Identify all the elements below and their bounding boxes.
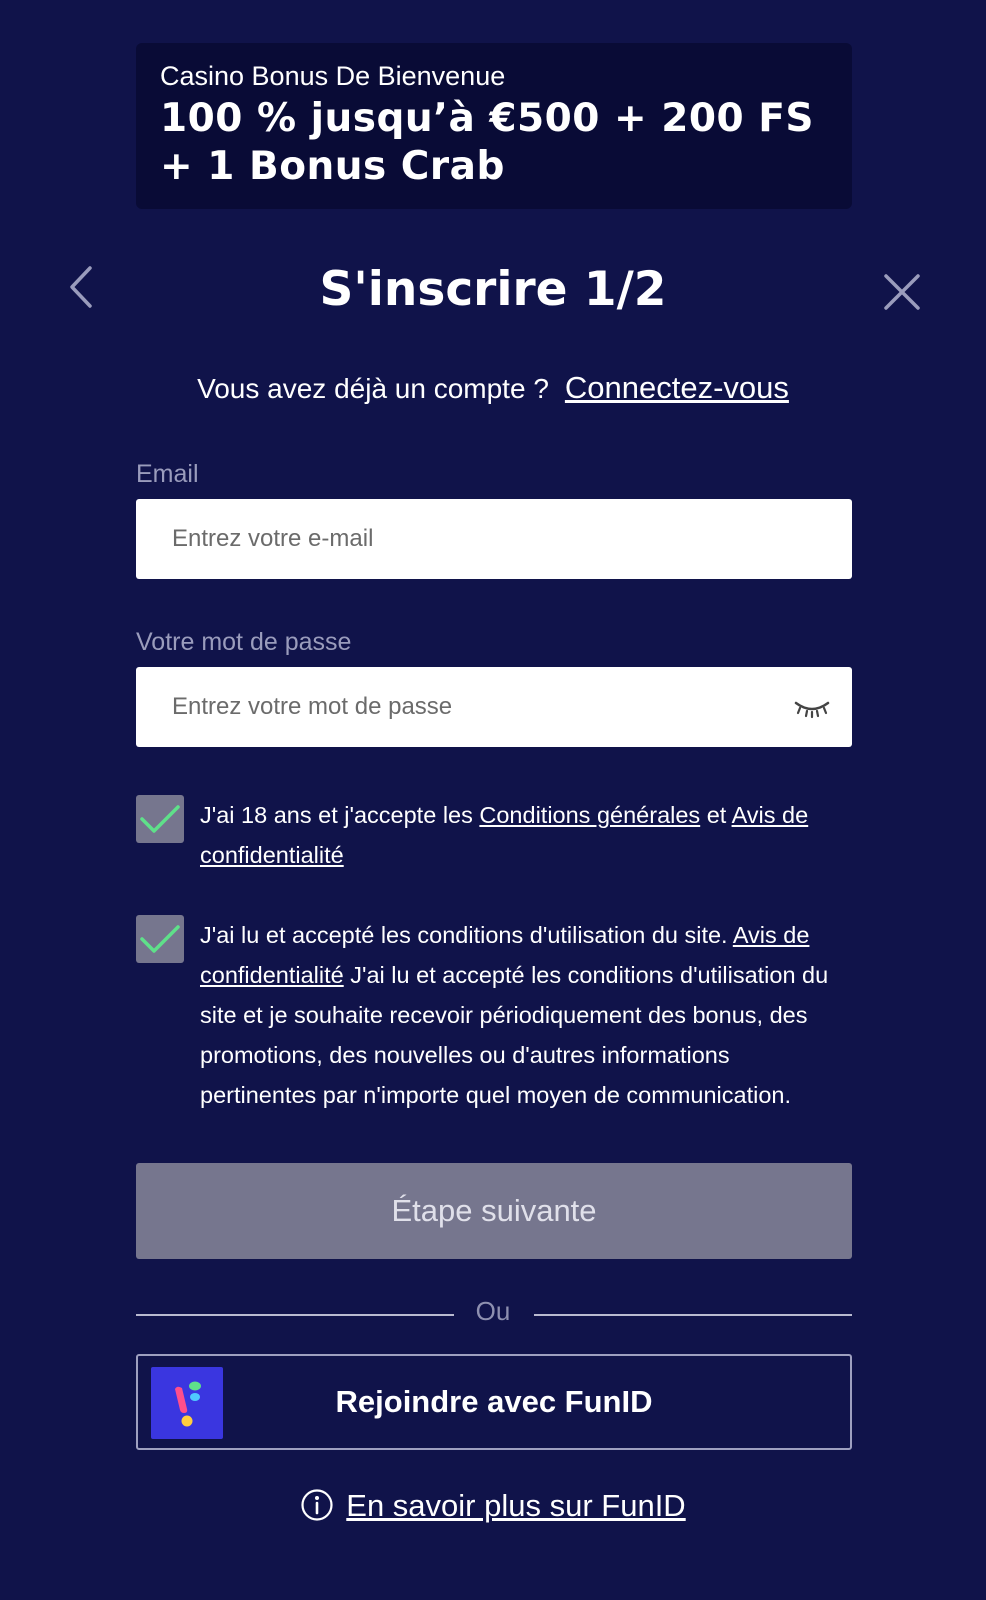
checkmark-icon — [140, 805, 180, 833]
divider-line-right — [534, 1314, 852, 1316]
join-funid-button[interactable]: Rejoindre avec FunID — [136, 1354, 852, 1450]
password-label: Votre mot de passe — [136, 628, 352, 656]
login-link[interactable]: Connectez-vous — [565, 370, 789, 405]
learn-more-row: En savoir plus sur FunID — [0, 1488, 986, 1524]
eye-closed-icon[interactable] — [792, 695, 832, 723]
email-field[interactable] — [172, 525, 772, 553]
consent-marketing-row: J'ai lu et accepté les conditions d'util… — [136, 915, 852, 1119]
marketing-text-1: J'ai lu et accepté les conditions d'util… — [200, 922, 733, 948]
terms-conditions-link[interactable]: Conditions générales — [479, 802, 700, 828]
close-icon[interactable] — [880, 270, 924, 314]
bonus-subtitle: Casino Bonus De Bienvenue — [160, 61, 506, 91]
terms-consent-text: J'ai 18 ans et j'accepte les Conditions … — [200, 795, 852, 875]
info-icon — [300, 1488, 334, 1522]
password-field-box — [136, 667, 852, 747]
page-title: S'inscrire 1/2 — [319, 262, 667, 317]
consent-terms-row: J'ai 18 ans et j'accepte les Conditions … — [136, 795, 852, 879]
email-field-box — [136, 499, 852, 579]
welcome-bonus-banner: Casino Bonus De Bienvenue 100 % jusqu’à … — [136, 43, 852, 209]
login-prompt-row: Vous avez déjà un compte ? Connectez-vous — [0, 370, 986, 406]
password-field[interactable] — [172, 693, 772, 721]
next-step-button[interactable]: Étape suivante — [136, 1163, 852, 1259]
login-prompt-text: Vous avez déjà un compte ? — [197, 373, 549, 404]
marketing-checkbox[interactable] — [136, 915, 184, 963]
learn-more-funid-link[interactable]: En savoir plus sur FunID — [346, 1488, 685, 1523]
join-funid-label: Rejoindre avec FunID — [335, 1384, 653, 1419]
registration-page: Casino Bonus De Bienvenue 100 % jusqu’à … — [0, 0, 986, 1600]
divider-or: Ou — [475, 1296, 511, 1326]
terms-text-2: et — [700, 802, 732, 828]
terms-text-1: J'ai 18 ans et j'accepte les — [200, 802, 480, 828]
marketing-consent-text: J'ai lu et accepté les conditions d'util… — [200, 915, 852, 1115]
bonus-offer-line1: 100 % jusqu’à €500 + 200 FS — [160, 96, 814, 141]
email-label: Email — [136, 460, 199, 488]
terms-checkbox[interactable] — [136, 795, 184, 843]
bonus-offer-line2: + 1 Bonus Crab — [160, 144, 505, 189]
checkmark-icon — [140, 925, 180, 953]
